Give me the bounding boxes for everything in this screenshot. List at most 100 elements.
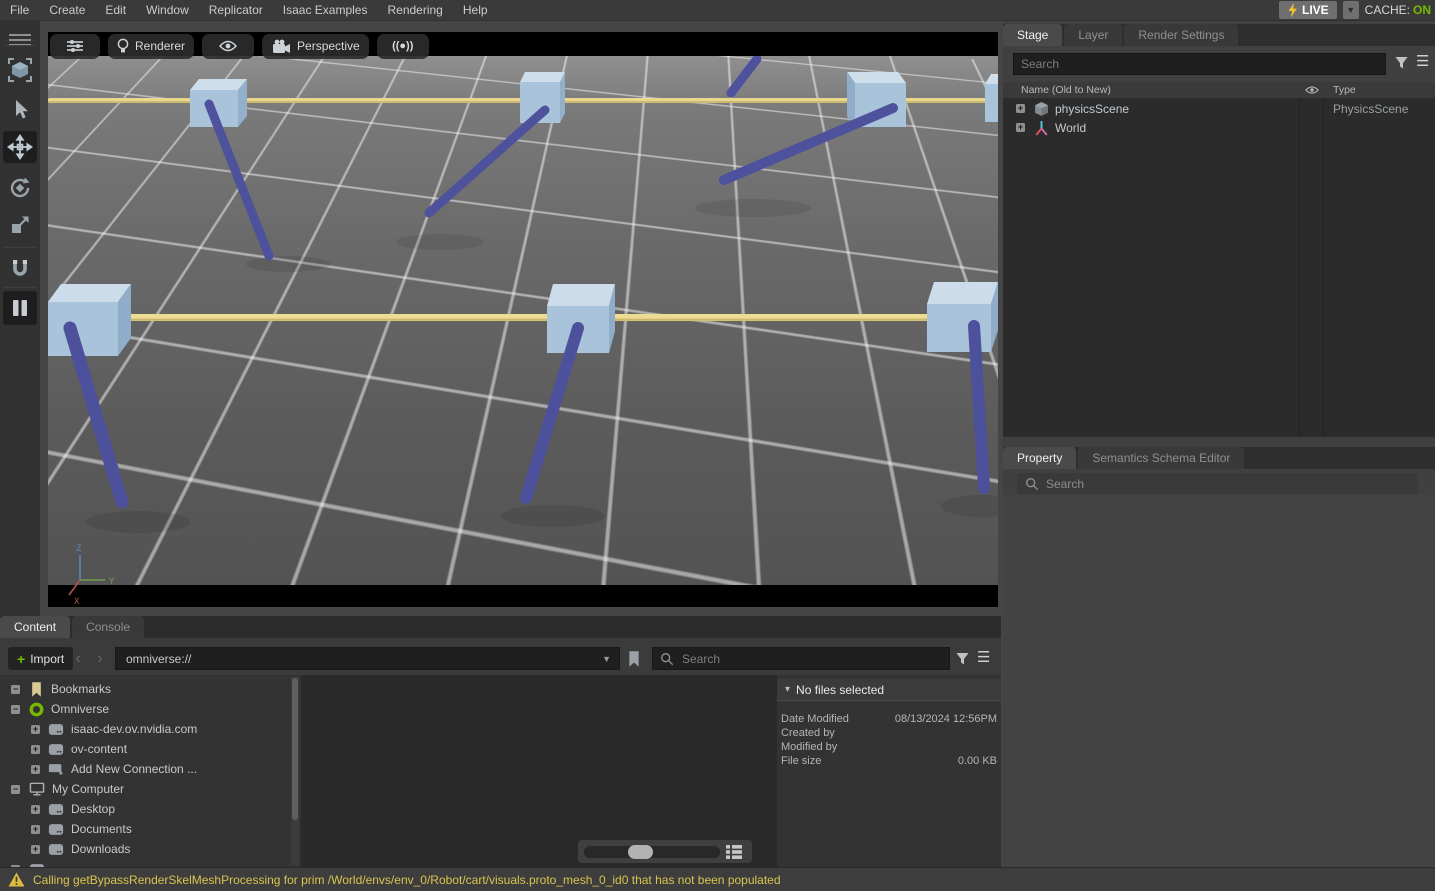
menu-replicator[interactable]: Replicator — [199, 0, 273, 21]
menu-isaac-examples[interactable]: Isaac Examples — [273, 0, 378, 21]
snap-tool[interactable] — [3, 251, 37, 285]
live-dropdown-button[interactable]: ▼ — [1343, 1, 1359, 19]
cart-near-middle[interactable] — [547, 284, 615, 353]
thumbnail-size-slider[interactable] — [584, 846, 720, 858]
tab-semantics-schema-editor[interactable]: Semantics Schema Editor — [1078, 447, 1244, 469]
tab-render-settings[interactable]: Render Settings — [1124, 24, 1238, 46]
files-grid-area[interactable] — [301, 675, 777, 867]
pole-far-left[interactable] — [209, 104, 269, 256]
cart-far-edge[interactable] — [985, 74, 998, 122]
cart-near-left[interactable] — [48, 284, 131, 356]
content-options-button[interactable]: ☰ — [977, 650, 990, 665]
expand-icon[interactable]: + — [31, 845, 40, 854]
menu-file[interactable]: File — [0, 0, 39, 21]
camera-button[interactable]: Perspective — [262, 34, 369, 59]
rail-near[interactable] — [118, 314, 934, 321]
collapse-icon[interactable]: − — [11, 785, 20, 794]
expand-icon[interactable]: + — [31, 745, 40, 754]
property-search[interactable]: Search — [1017, 473, 1418, 494]
tree-item-ov-content[interactable]: + ov-content — [0, 739, 300, 759]
tab-console[interactable]: Console — [72, 616, 144, 638]
camera-icon — [271, 39, 291, 54]
status-warning-text[interactable]: Calling getBypassRenderSkelMeshProcessin… — [33, 873, 781, 887]
stage-filter-button[interactable] — [1394, 55, 1409, 70]
tree-scrollbar[interactable] — [291, 677, 299, 865]
expand-icon[interactable]: + — [31, 805, 40, 814]
path-dropdown-icon[interactable]: ▼ — [602, 654, 611, 664]
pause-button[interactable] — [3, 291, 37, 325]
tree-item-label: Bookmarks — [51, 682, 111, 696]
menu-window[interactable]: Window — [136, 0, 199, 21]
path-bar[interactable]: omniverse:// ▼ — [115, 647, 620, 670]
tree-item-documents[interactable]: + Documents — [0, 819, 300, 839]
content-search-input[interactable] — [680, 651, 914, 667]
tab-stage[interactable]: Stage — [1003, 24, 1062, 46]
menu-edit[interactable]: Edit — [95, 0, 136, 21]
stage-row-physicsscene[interactable]: + physicsScene PhysicsScene — [1003, 99, 1435, 118]
collapse-icon[interactable]: − — [11, 685, 20, 694]
pole-background[interactable] — [731, 59, 757, 93]
column-name-header[interactable]: Name (Old to New) — [1021, 84, 1111, 96]
tree-item-label: Desktop — [71, 802, 115, 816]
move-tool[interactable] — [3, 131, 37, 163]
renderer-button[interactable]: Renderer — [108, 34, 194, 59]
visibility-button[interactable] — [202, 34, 254, 59]
list-view-icon[interactable] — [726, 845, 742, 859]
cache-status: ON — [1413, 3, 1431, 17]
rotate-tool[interactable] — [3, 171, 37, 205]
slider-handle[interactable] — [628, 845, 653, 859]
cart-near-right[interactable] — [927, 282, 998, 352]
viewport[interactable]: Renderer Perspective — [48, 32, 998, 607]
content-filter-button[interactable] — [955, 651, 970, 666]
pole-far-right[interactable] — [724, 108, 893, 180]
tab-layer[interactable]: Layer — [1064, 24, 1122, 46]
frame-selection-tool[interactable] — [3, 51, 37, 89]
content-toolbar: + Import ‹ › omniverse:// ▼ — [0, 638, 1001, 675]
tree-item-label: Downloads — [71, 842, 130, 856]
pole-near-middle[interactable] — [526, 328, 578, 498]
forward-button[interactable]: › — [92, 647, 108, 670]
bookmark-icon[interactable] — [627, 650, 641, 668]
tree-item-label: My Computer — [52, 782, 124, 796]
scale-tool[interactable] — [3, 209, 37, 241]
select-tool[interactable] — [3, 95, 37, 125]
tree-item-bookmarks[interactable]: − Bookmarks — [0, 679, 300, 699]
import-button[interactable]: + Import — [8, 647, 73, 670]
tree-item-add-connection[interactable]: + Add New Connection ... — [0, 759, 300, 779]
stage-options-button[interactable]: ☰ — [1416, 54, 1429, 69]
broadcast-icon: ((●)) — [392, 40, 413, 52]
viewport-settings-button[interactable] — [50, 34, 100, 59]
back-button[interactable]: ‹ — [70, 647, 86, 670]
collapse-icon[interactable]: − — [11, 705, 20, 714]
tree-item-partial[interactable]: − — [0, 859, 300, 867]
stage-row-world[interactable]: + World — [1003, 118, 1435, 137]
tab-property[interactable]: Property — [1003, 447, 1076, 469]
menu-create[interactable]: Create — [39, 0, 95, 21]
renderer-label: Renderer — [135, 39, 185, 53]
pole-far-middle[interactable] — [429, 110, 545, 213]
tree-item-downloads[interactable]: + Downloads — [0, 839, 300, 859]
stage-search-input[interactable] — [1013, 53, 1386, 75]
axis-gizmo: Z Y X — [60, 538, 124, 606]
expand-icon[interactable]: + — [31, 825, 40, 834]
tree-item-omniverse[interactable]: − Omniverse — [0, 699, 300, 719]
expand-icon[interactable]: + — [1016, 104, 1025, 113]
tree-item-isaac-dev[interactable]: + isaac-dev.ov.nvidia.com — [0, 719, 300, 739]
visibility-column-icon[interactable] — [1305, 85, 1319, 95]
menu-help[interactable]: Help — [453, 0, 498, 21]
audio-button[interactable]: ((●)) — [377, 34, 429, 59]
tree-item-desktop[interactable]: + Desktop — [0, 799, 300, 819]
import-label: Import — [30, 652, 64, 666]
tree-item-my-computer[interactable]: − My Computer — [0, 779, 300, 799]
details-header[interactable]: ▾ No files selected — [777, 679, 1001, 701]
content-search[interactable] — [652, 647, 950, 670]
menu-rendering[interactable]: Rendering — [377, 0, 452, 21]
column-type-header[interactable]: Type — [1333, 84, 1356, 96]
scrollbar-thumb[interactable] — [292, 678, 298, 820]
live-button[interactable]: LIVE — [1279, 1, 1337, 19]
expand-icon[interactable]: + — [1016, 123, 1025, 132]
expand-icon[interactable]: + — [31, 725, 40, 734]
tab-content[interactable]: Content — [0, 616, 70, 638]
detail-label: Date Modified — [781, 713, 849, 725]
expand-icon[interactable]: + — [31, 765, 40, 774]
